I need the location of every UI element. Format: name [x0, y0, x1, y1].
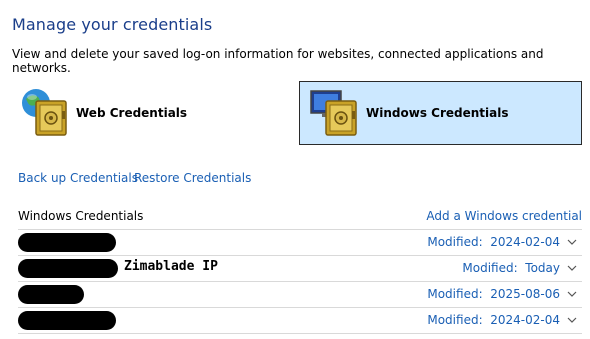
add-windows-credential-link[interactable]: Add a Windows credential [426, 209, 582, 223]
modified-text: Modified: 2024-02-04 [427, 313, 560, 327]
backup-credentials-link[interactable]: Back up Credentials [18, 171, 138, 185]
redacted-name [18, 311, 116, 330]
credential-row[interactable]: Modified: 2025-08-06 [18, 281, 582, 307]
monitor-safe-icon [308, 85, 364, 141]
web-credentials-tile[interactable]: Web Credentials [12, 81, 282, 145]
section-title: Windows Credentials [18, 209, 144, 223]
chevron-down-icon[interactable] [566, 288, 578, 300]
credentials-section-header: Windows Credentials Add a Windows creden… [18, 209, 582, 229]
page-title: Manage your credentials [12, 15, 213, 34]
chevron-down-icon[interactable] [566, 314, 578, 326]
redacted-name [18, 285, 84, 304]
credential-name: Zimablade IP [124, 259, 218, 274]
modified-text: Modified: Today [462, 261, 560, 275]
windows-credentials-tile[interactable]: Windows Credentials [299, 81, 582, 145]
web-credentials-label: Web Credentials [76, 106, 188, 120]
credentials-list: Modified: 2024-02-04 Zimablade IP Modifi… [18, 229, 582, 334]
credential-row[interactable]: Zimablade IP Modified: Today [18, 255, 582, 281]
credential-row[interactable]: Modified: 2024-02-04 [18, 307, 582, 334]
page-subtitle: View and delete your saved log-on inform… [12, 47, 544, 75]
credential-row[interactable]: Modified: 2024-02-04 [18, 229, 582, 255]
redacted-name [18, 233, 116, 252]
chevron-down-icon[interactable] [566, 236, 578, 248]
modified-text: Modified: 2025-08-06 [427, 287, 560, 301]
windows-credentials-label: Windows Credentials [366, 106, 509, 120]
chevron-down-icon[interactable] [566, 262, 578, 274]
redacted-name [18, 259, 118, 278]
globe-safe-icon [18, 85, 74, 141]
restore-credentials-link[interactable]: Restore Credentials [134, 171, 251, 185]
modified-text: Modified: 2024-02-04 [427, 235, 560, 249]
